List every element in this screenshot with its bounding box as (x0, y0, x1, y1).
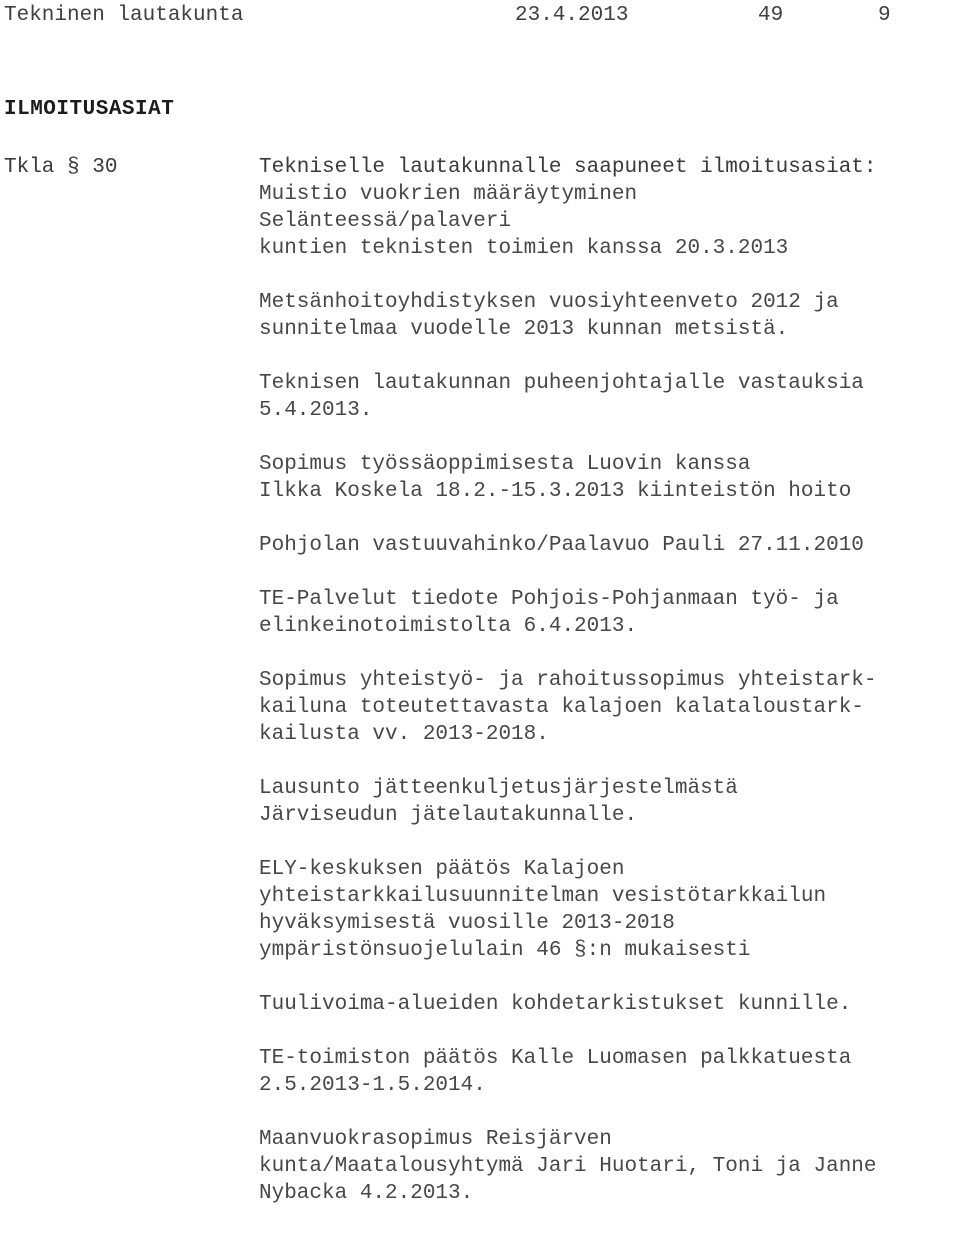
notice-line: Teknisen lautakunnan puheenjohtajalle va… (259, 372, 864, 395)
notice-line: Selänteessä/palaveri (259, 210, 512, 233)
section-heading: ILMOITUSASIAT (4, 98, 175, 121)
notice-line: Nybacka 4.2.2013. (259, 1182, 474, 1205)
agenda-item-intro: Tekniselle lautakunnalle saapuneet ilmoi… (259, 156, 877, 179)
notice-line: TE-toimiston päätös Kalle Luomasen palkk… (259, 1047, 852, 1070)
notice-line: kailusta vv. 2013-2018. (259, 723, 549, 746)
notice-line: 5.4.2013. (259, 399, 373, 422)
header-page-number-left: 49 (758, 4, 784, 27)
notice-paragraph: TE-Palvelut tiedote Pohjois-Pohjanmaan t… (259, 586, 959, 640)
notice-paragraph: ELY-keskuksen päätös Kalajoen yhteistarkk… (259, 856, 959, 964)
header-organization-title: Tekninen lautakunta (4, 4, 244, 27)
notice-list: Muistio vuokrien määräytyminen Selänteess… (259, 181, 959, 1207)
document-header: Tekninen lautakunta 23.4.2013 49 9 (0, 3, 960, 33)
notice-line: Sopimus työssäoppimisesta Luovin kanssa (259, 453, 751, 476)
notice-line: Sopimus yhteistyö- ja rahoitussopimus yh… (259, 669, 877, 692)
notice-line: TE-Palvelut tiedote Pohjois-Pohjanmaan t… (259, 588, 839, 611)
agenda-item-number: Tkla § 30 (4, 156, 118, 179)
notice-line: hyväksymisestä vuosille 2013-2018 (259, 912, 675, 935)
notice-line: elinkeinotoimistolta 6.4.2013. (259, 615, 638, 638)
notice-paragraph: TE-toimiston päätös Kalle Luomasen palkk… (259, 1045, 959, 1099)
notice-line: sunnitelmaa vuodelle 2013 kunnan metsist… (259, 318, 789, 341)
notice-line: ympäristönsuojelulain 46 §:n mukaisesti (259, 939, 751, 962)
notice-paragraph: Maanvuokrasopimus Reisjärven kunta/Maatal… (259, 1126, 959, 1207)
document-page: Tekninen lautakunta 23.4.2013 49 9 ILMOI… (0, 0, 960, 1234)
header-meeting-date: 23.4.2013 (515, 4, 629, 27)
notice-line: Pohjolan vastuuvahinko/Paalavuo Pauli 27… (259, 534, 864, 557)
notice-line: kailuna toteutettavasta kalajoen kalatal… (259, 696, 864, 719)
notice-paragraph: Muistio vuokrien määräytyminen Selänteess… (259, 181, 959, 262)
notice-paragraph: Teknisen lautakunnan puheenjohtajalle va… (259, 370, 959, 424)
header-page-number-right: 9 (878, 4, 891, 27)
notice-line: kunta/Maatalousyhtymä Jari Huotari, Toni… (259, 1155, 877, 1178)
notice-line: Tuulivoima-alueiden kohdetarkistukset ku… (259, 993, 852, 1016)
agenda-item-content: Tekniselle lautakunnalle saapuneet ilmoi… (259, 154, 959, 1207)
notice-paragraph: Sopimus yhteistyö- ja rahoitussopimus yh… (259, 667, 959, 748)
notice-line: ELY-keskuksen päätös Kalajoen (259, 858, 625, 881)
notice-line: Ilkka Koskela 18.2.-15.3.2013 kiinteistö… (259, 480, 852, 503)
notice-paragraph: Metsänhoitoyhdistyksen vuosiyhteenveto 2… (259, 289, 959, 343)
notice-line: Metsänhoitoyhdistyksen vuosiyhteenveto 2… (259, 291, 839, 314)
notice-line: yhteistarkkailusuunnitelman vesistötarkk… (259, 885, 827, 908)
notice-line: 2.5.2013-1.5.2014. (259, 1074, 486, 1097)
notice-line: Muistio vuokrien määräytyminen (259, 183, 638, 206)
notice-paragraph: Pohjolan vastuuvahinko/Paalavuo Pauli 27… (259, 532, 959, 559)
notice-paragraph: Sopimus työssäoppimisesta Luovin kanssa I… (259, 451, 959, 505)
notice-line: kuntien teknisten toimien kanssa 20.3.20… (259, 237, 789, 260)
notice-paragraph: Tuulivoima-alueiden kohdetarkistukset ku… (259, 991, 959, 1018)
notice-line: Lausunto jätteenkuljetusjärjestelmästä (259, 777, 738, 800)
notice-line: Maanvuokrasopimus Reisjärven (259, 1128, 612, 1151)
notice-paragraph: Lausunto jätteenkuljetusjärjestelmästä Jä… (259, 775, 959, 829)
notice-line: Järviseudun jätelautakunnalle. (259, 804, 638, 827)
